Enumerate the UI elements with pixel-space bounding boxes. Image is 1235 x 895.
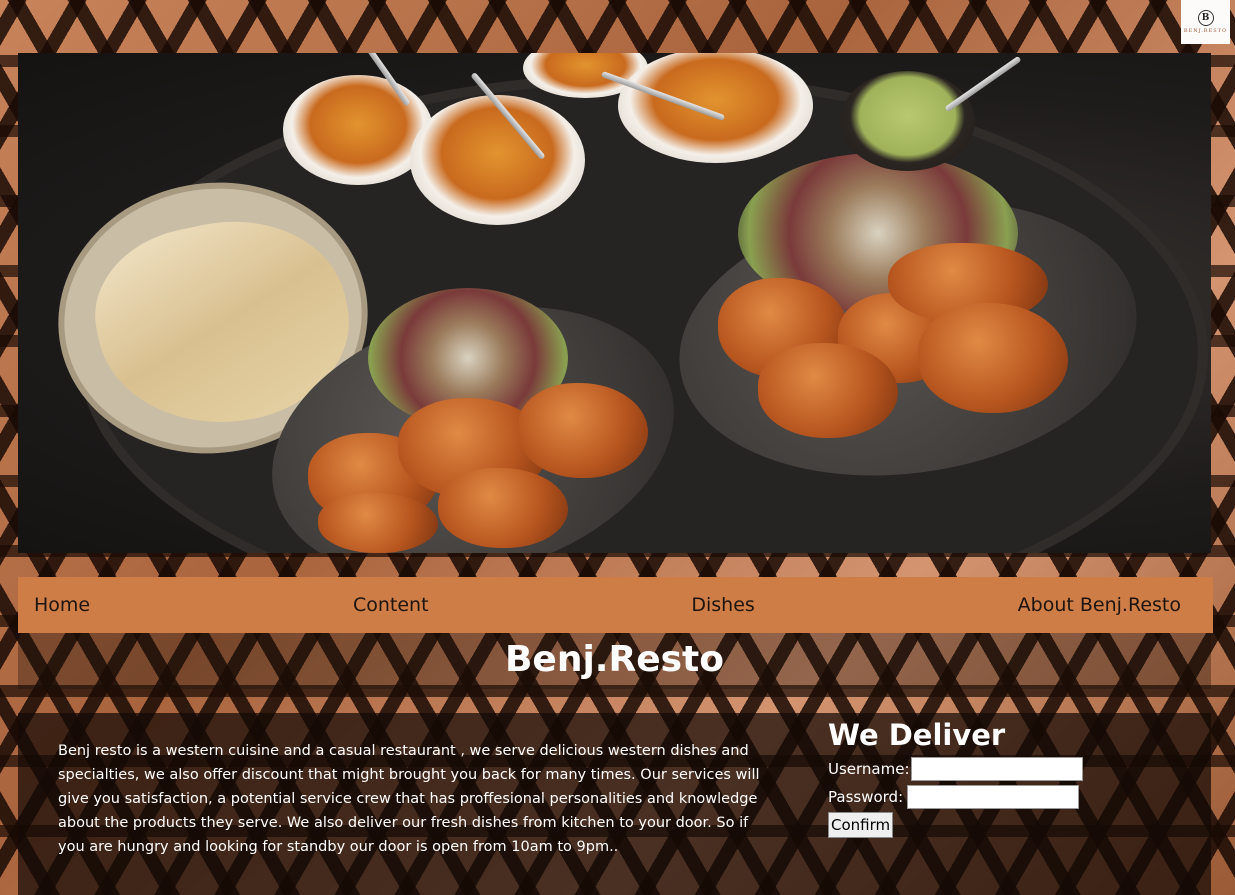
username-input[interactable] <box>910 757 1083 781</box>
page-title: Benj.Resto <box>504 638 724 680</box>
fritter <box>438 468 568 548</box>
password-label: Password: <box>828 788 904 806</box>
hero-image <box>18 53 1211 553</box>
fritter <box>318 493 438 553</box>
fritter <box>918 303 1068 413</box>
deliver-heading: We Deliver <box>828 718 1006 752</box>
nav-content[interactable]: Content <box>353 594 429 616</box>
main-nav: Home Content Dishes About Benj.Resto <box>18 577 1213 633</box>
nav-dishes[interactable]: Dishes <box>691 594 754 616</box>
fritter <box>758 343 898 438</box>
logo: B BENJ.RESTO <box>1181 0 1230 44</box>
nav-about[interactable]: About Benj.Resto <box>1018 594 1181 616</box>
title-band: Benj.Resto <box>18 633 1211 689</box>
chutney-bowl <box>840 71 975 171</box>
content-panel: Benj resto is a western cuisine and a ca… <box>18 713 1211 895</box>
confirm-button[interactable]: Confirm <box>828 812 894 838</box>
curry-bowl <box>618 53 813 163</box>
password-input[interactable] <box>907 785 1080 809</box>
password-row: Password: <box>828 783 1188 811</box>
curry-bowl <box>410 95 585 225</box>
about-paragraph: Benj resto is a western cuisine and a ca… <box>58 743 760 855</box>
logo-mark: B <box>1197 10 1214 26</box>
nav-home[interactable]: Home <box>34 594 90 616</box>
spoon <box>944 55 1022 113</box>
delivery-login-form: We Deliver Username: Password: Confirm <box>828 715 1188 838</box>
logo-text: BENJ.RESTO <box>1183 28 1228 34</box>
username-row: Username: <box>828 755 1188 783</box>
username-label: Username: <box>828 760 910 778</box>
fritter <box>518 383 648 478</box>
